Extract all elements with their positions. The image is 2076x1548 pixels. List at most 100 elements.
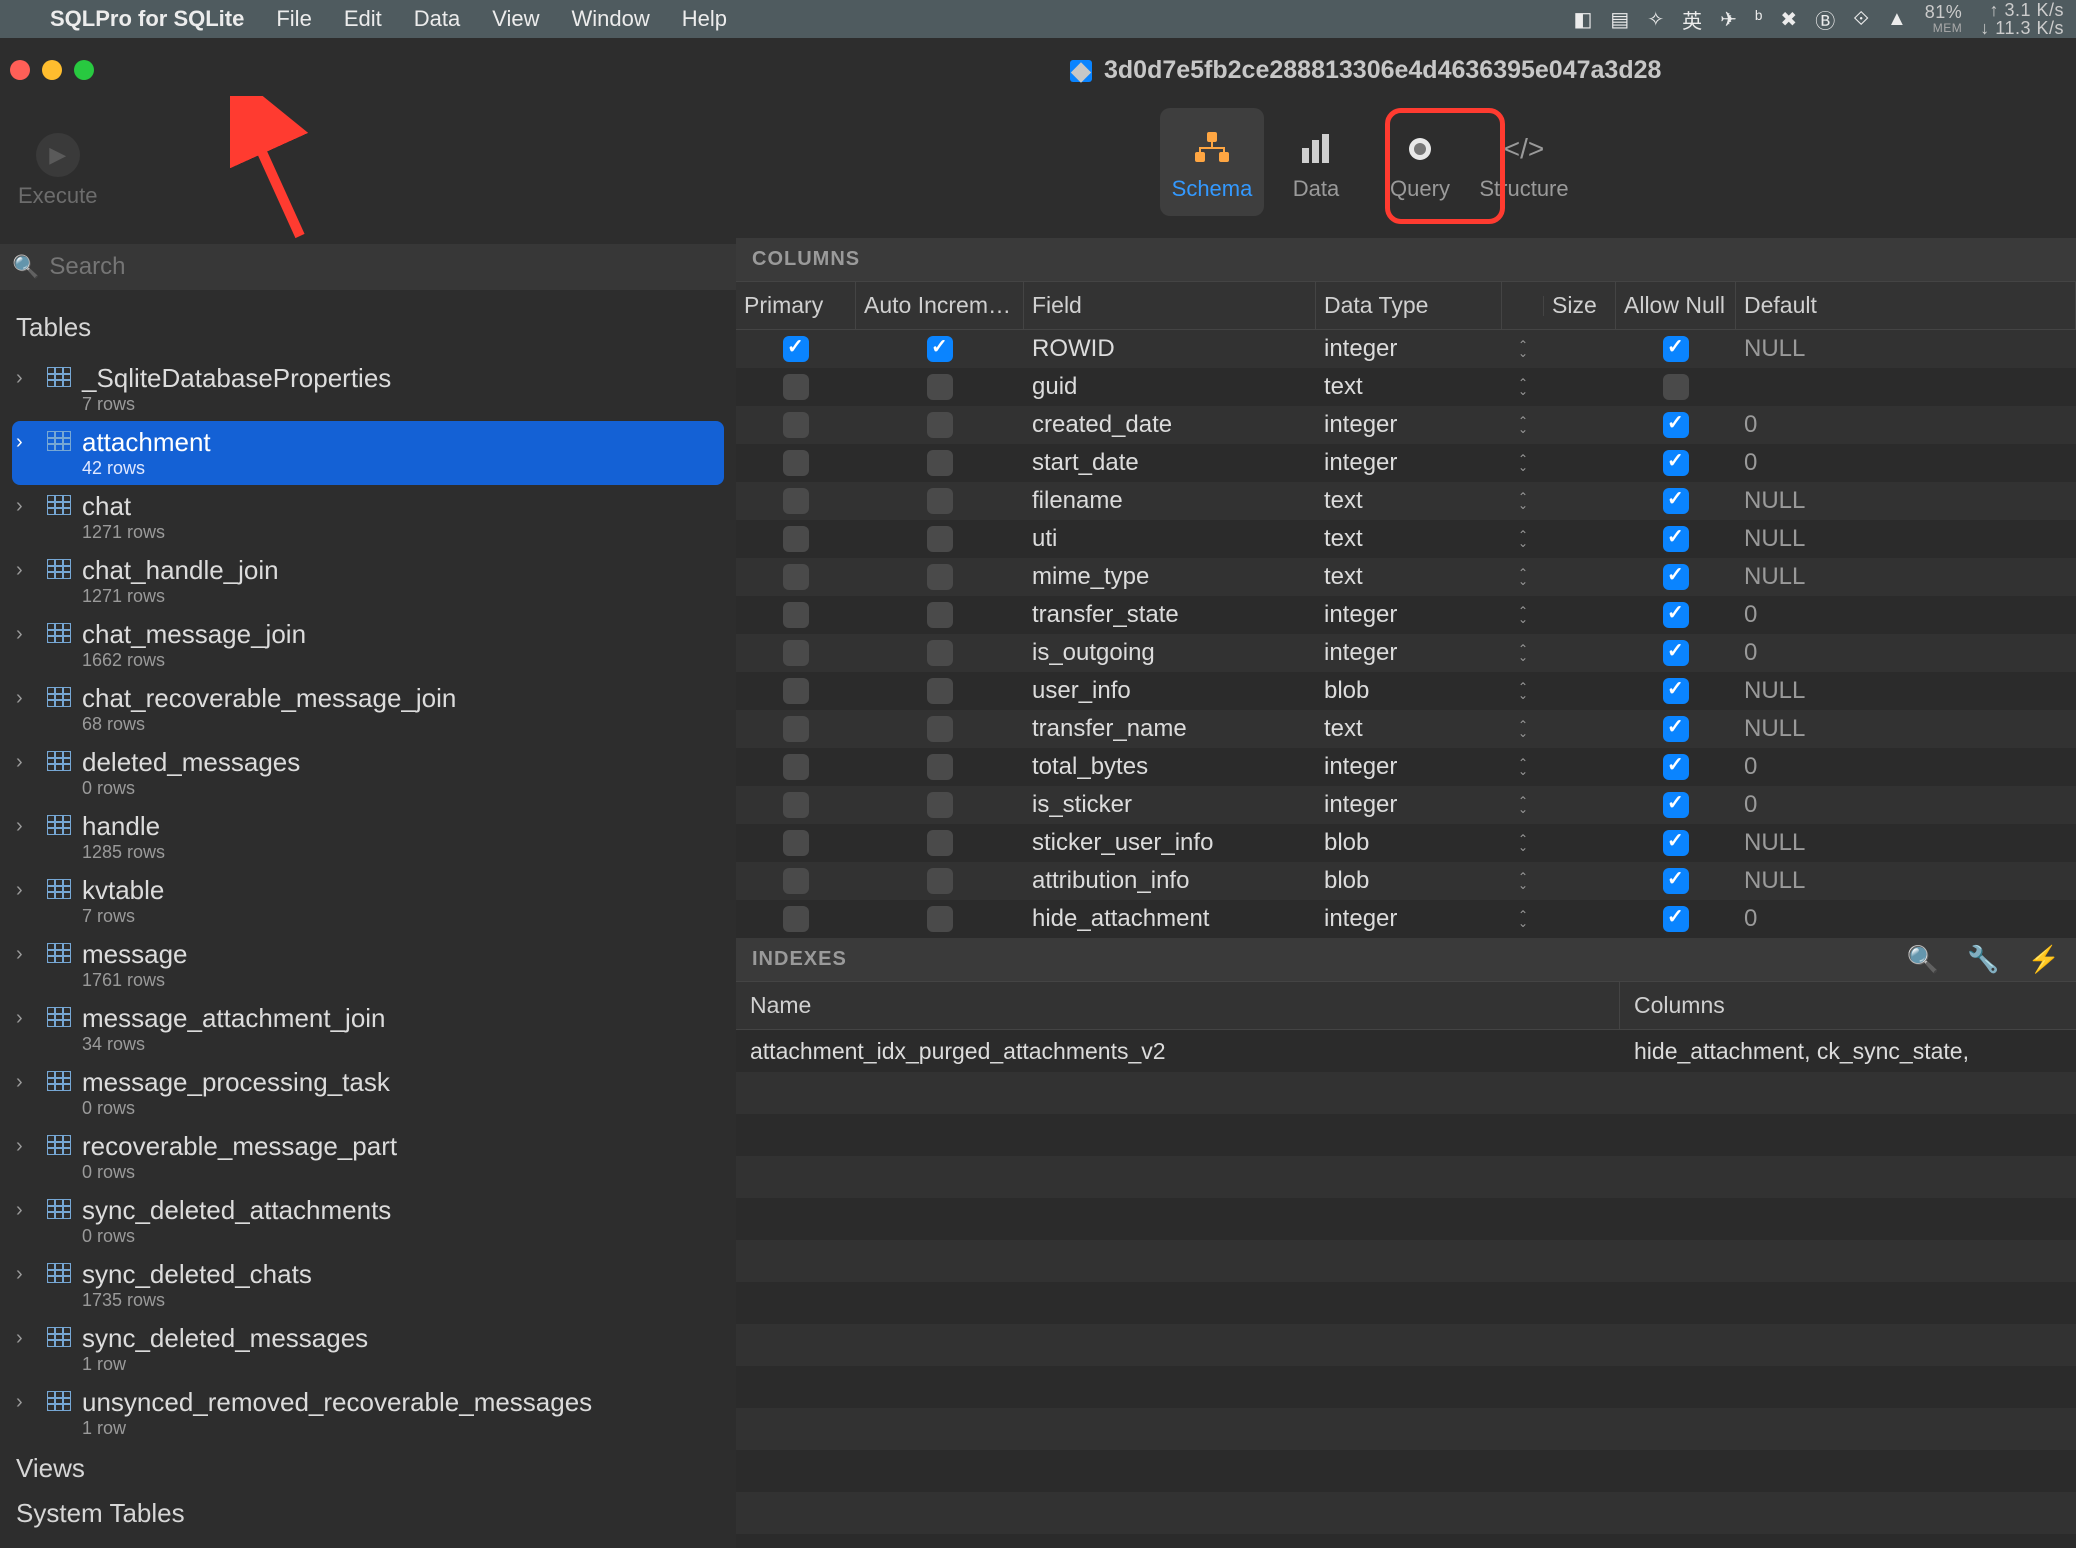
checkbox[interactable] — [927, 412, 953, 438]
sidebar-item-message_attachment_join[interactable]: ›message_attachment_join34 rows — [12, 997, 724, 1061]
menu-edit[interactable]: Edit — [344, 6, 382, 32]
checkbox[interactable] — [783, 602, 809, 628]
sidebar-item-sqlite_master[interactable]: ›sqlite_master — [12, 1543, 724, 1548]
col-header-allownull[interactable]: Allow Null — [1616, 282, 1736, 329]
fullscreen-window-button[interactable] — [74, 60, 94, 80]
type-dropdown[interactable] — [1502, 368, 1544, 406]
search-icon[interactable]: 🔍 — [1907, 944, 1939, 975]
app-name[interactable]: SQLPro for SQLite — [50, 6, 244, 32]
menu-view[interactable]: View — [492, 6, 539, 32]
col-header-default[interactable]: Default — [1736, 282, 2076, 329]
menu-help[interactable]: Help — [682, 6, 727, 32]
type-dropdown[interactable] — [1502, 786, 1544, 824]
default-value[interactable]: 0 — [1736, 786, 2076, 824]
sidebar-item-sync_deleted_attachments[interactable]: ›sync_deleted_attachments0 rows — [12, 1189, 724, 1253]
checkbox[interactable] — [1663, 906, 1689, 932]
column-row[interactable]: filenametextNULL — [736, 482, 2076, 520]
checkbox[interactable] — [927, 868, 953, 894]
size-cell[interactable] — [1544, 444, 1616, 482]
size-cell[interactable] — [1544, 710, 1616, 748]
type-dropdown[interactable] — [1502, 482, 1544, 520]
status-icon[interactable]: ⟐ — [1853, 8, 1869, 31]
default-value[interactable]: 0 — [1736, 444, 2076, 482]
checkbox[interactable] — [783, 450, 809, 476]
size-cell[interactable] — [1544, 330, 1616, 368]
default-value[interactable] — [1736, 368, 2076, 406]
type-dropdown[interactable] — [1502, 900, 1544, 938]
size-cell[interactable] — [1544, 520, 1616, 558]
col-header-size[interactable]: Size — [1544, 282, 1616, 329]
wrench-icon[interactable]: 🔧 — [1967, 944, 1999, 975]
column-row[interactable]: total_bytesinteger0 — [736, 748, 2076, 786]
tab-data[interactable]: Data — [1264, 108, 1368, 216]
checkbox[interactable] — [1663, 374, 1689, 400]
sidebar-item-_SqliteDatabaseProperties[interactable]: ›_SqliteDatabaseProperties7 rows — [12, 357, 724, 421]
checkbox[interactable] — [783, 336, 809, 362]
type-dropdown[interactable] — [1502, 406, 1544, 444]
default-value[interactable]: NULL — [1736, 824, 2076, 862]
checkbox[interactable] — [1663, 792, 1689, 818]
status-icon[interactable]: ✖ — [1780, 7, 1797, 32]
sidebar-item-chat_handle_join[interactable]: ›chat_handle_join1271 rows — [12, 549, 724, 613]
size-cell[interactable] — [1544, 862, 1616, 900]
size-cell[interactable] — [1544, 786, 1616, 824]
sidebar-item-recoverable_message_part[interactable]: ›recoverable_message_part0 rows — [12, 1125, 724, 1189]
sidebar-item-message[interactable]: ›message1761 rows — [12, 933, 724, 997]
type-dropdown[interactable] — [1502, 634, 1544, 672]
type-dropdown[interactable] — [1502, 862, 1544, 900]
checkbox[interactable] — [1663, 640, 1689, 666]
column-row[interactable]: utitextNULL — [736, 520, 2076, 558]
checkbox[interactable] — [1663, 564, 1689, 590]
status-icon[interactable]: ▤ — [1610, 7, 1629, 32]
sidebar-item-attachment[interactable]: ›attachment42 rows — [12, 421, 724, 485]
checkbox[interactable] — [1663, 336, 1689, 362]
type-dropdown[interactable] — [1502, 330, 1544, 368]
column-row[interactable]: is_outgoinginteger0 — [736, 634, 2076, 672]
sidebar-item-unsynced_removed_recoverable_messages[interactable]: ›unsynced_removed_recoverable_messages1 … — [12, 1381, 724, 1445]
checkbox[interactable] — [927, 602, 953, 628]
checkbox[interactable] — [783, 716, 809, 742]
checkbox[interactable] — [783, 412, 809, 438]
close-window-button[interactable] — [10, 60, 30, 80]
size-cell[interactable] — [1544, 482, 1616, 520]
default-value[interactable]: NULL — [1736, 710, 2076, 748]
column-row[interactable]: mime_typetextNULL — [736, 558, 2076, 596]
size-cell[interactable] — [1544, 824, 1616, 862]
checkbox[interactable] — [783, 868, 809, 894]
column-row[interactable]: is_stickerinteger0 — [736, 786, 2076, 824]
checkbox[interactable] — [1663, 488, 1689, 514]
column-row[interactable]: hide_attachmentinteger0 — [736, 900, 2076, 938]
checkbox[interactable] — [1663, 602, 1689, 628]
tab-structure[interactable]: </> Structure — [1472, 108, 1576, 216]
menu-file[interactable]: File — [276, 6, 311, 32]
checkbox[interactable] — [1663, 868, 1689, 894]
size-cell[interactable] — [1544, 596, 1616, 634]
sidebar-item-kvtable[interactable]: ›kvtable7 rows — [12, 869, 724, 933]
size-cell[interactable] — [1544, 748, 1616, 786]
default-value[interactable]: NULL — [1736, 330, 2076, 368]
type-dropdown[interactable] — [1502, 710, 1544, 748]
checkbox[interactable] — [927, 450, 953, 476]
checkbox[interactable] — [927, 374, 953, 400]
default-value[interactable]: NULL — [1736, 672, 2076, 710]
indexes-rows[interactable]: attachment_idx_purged_attachments_v2hide… — [736, 1030, 2076, 1548]
minimize-window-button[interactable] — [42, 60, 62, 80]
size-cell[interactable] — [1544, 558, 1616, 596]
checkbox[interactable] — [927, 564, 953, 590]
status-icon[interactable]: ✈ — [1720, 7, 1737, 32]
tab-schema[interactable]: Schema — [1160, 108, 1264, 216]
column-row[interactable]: start_dateinteger0 — [736, 444, 2076, 482]
checkbox[interactable] — [783, 374, 809, 400]
search-bar[interactable]: 🔍 — [0, 244, 736, 290]
default-value[interactable]: NULL — [1736, 558, 2076, 596]
size-cell[interactable] — [1544, 672, 1616, 710]
checkbox[interactable] — [783, 754, 809, 780]
network-status[interactable]: ↑ 3.1 K/s ↓ 11.3 K/s — [1980, 1, 2064, 37]
status-icon[interactable]: ◧ — [1574, 7, 1593, 32]
sidebar-item-deleted_messages[interactable]: ›deleted_messages0 rows — [12, 741, 724, 805]
checkbox[interactable] — [783, 488, 809, 514]
type-dropdown[interactable] — [1502, 444, 1544, 482]
default-value[interactable]: NULL — [1736, 482, 2076, 520]
default-value[interactable]: 0 — [1736, 596, 2076, 634]
checkbox[interactable] — [783, 792, 809, 818]
